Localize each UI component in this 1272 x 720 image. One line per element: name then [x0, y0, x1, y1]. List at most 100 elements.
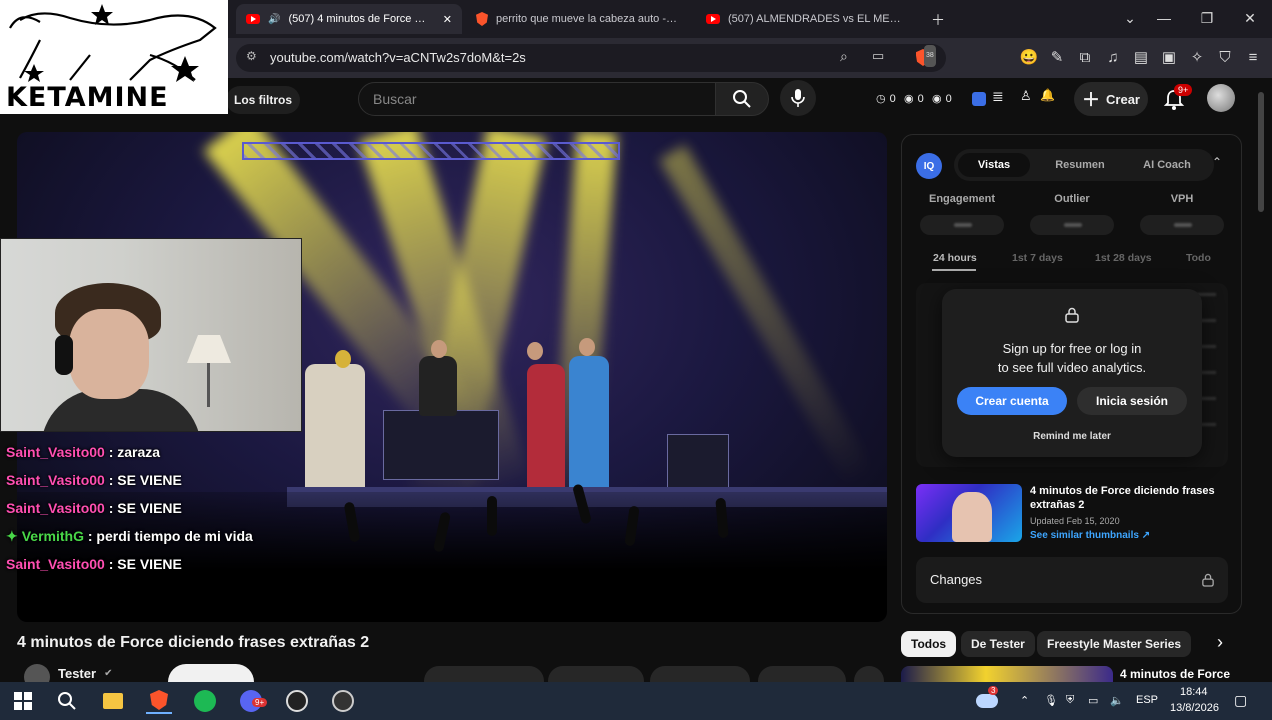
- windows-start-icon[interactable]: [10, 688, 36, 714]
- clock-icon: ◷: [876, 93, 886, 105]
- playlist-icon[interactable]: ≣: [992, 88, 1004, 105]
- stat-value: 0: [889, 92, 896, 105]
- extension-emoji-icon[interactable]: 😀: [1018, 47, 1040, 69]
- tab-resumen[interactable]: Resumen: [1040, 153, 1120, 177]
- weather-cloud-icon[interactable]: 3: [974, 686, 1000, 714]
- tab-almendrades[interactable]: (507) ALMENDRADES vs EL MENOR P: [696, 4, 918, 34]
- performer: [419, 356, 457, 416]
- share-button[interactable]: [548, 666, 644, 682]
- new-tab-button[interactable]: ＋: [928, 10, 948, 30]
- url-field[interactable]: ⚙ youtube.com/watch?v=aCNTw2s7doM&t=2s ⌕…: [236, 44, 946, 72]
- spotify-icon[interactable]: [192, 688, 218, 714]
- discord-icon[interactable]: 9+: [238, 688, 268, 714]
- vpn-tray-icon[interactable]: ⛨: [1066, 694, 1074, 707]
- related-title[interactable]: 4 minutos de Force diciendo frases extra…: [1030, 484, 1230, 512]
- minimize-button[interactable]: —: [1154, 10, 1174, 26]
- stat-views: ◉ 0: [904, 92, 924, 106]
- video-action-bar[interactable]: [424, 666, 884, 682]
- file-explorer-icon[interactable]: [100, 688, 126, 714]
- network-icon[interactable]: ▭: [1088, 694, 1098, 707]
- login-button[interactable]: Inicia sesión: [1077, 387, 1187, 415]
- stat-value: 0: [945, 92, 952, 105]
- extension-translate-icon[interactable]: ✎: [1046, 47, 1068, 69]
- create-button[interactable]: ＋ Crear: [1074, 82, 1148, 116]
- filters-button[interactable]: Los filtros: [226, 86, 301, 114]
- vpn-shield-icon[interactable]: ⛉: [1214, 47, 1236, 69]
- changes-section[interactable]: Changes: [916, 557, 1228, 603]
- metric-outlier-value: [1030, 215, 1114, 235]
- cast-icon[interactable]: ▭: [872, 48, 884, 64]
- stat-watch: ◉ 0: [932, 92, 952, 106]
- close-tab-icon[interactable]: ✕: [443, 13, 452, 26]
- channel-name[interactable]: Tester: [58, 666, 96, 681]
- tab-vistas[interactable]: Vistas: [958, 153, 1030, 177]
- sparkle-icon: ✦: [6, 527, 18, 544]
- tab-title: (507) ALMENDRADES vs EL MENOR P: [728, 13, 908, 25]
- search-icon: [733, 90, 751, 108]
- clock-time[interactable]: 18:44: [1180, 686, 1208, 698]
- menu-icon[interactable]: ≡: [1242, 47, 1264, 69]
- obs-icon[interactable]: [284, 688, 310, 714]
- search-input[interactable]: Buscar: [358, 82, 716, 116]
- tray-chevron-icon[interactable]: ⌃: [1020, 694, 1029, 707]
- youtube-icon: [706, 14, 720, 24]
- download-button[interactable]: [650, 666, 750, 682]
- period-28-days[interactable]: 1st 28 days: [1095, 252, 1152, 264]
- collapse-chevron-icon[interactable]: ⌃: [1212, 155, 1222, 169]
- language-indicator[interactable]: ESP: [1136, 694, 1158, 706]
- restore-button[interactable]: ❐: [1197, 10, 1217, 27]
- create-account-button[interactable]: Crear cuenta: [957, 387, 1067, 415]
- tab-ai-coach[interactable]: AI Coach: [1126, 153, 1208, 177]
- channel-avatar[interactable]: [24, 664, 50, 682]
- streamer-face: [69, 309, 149, 399]
- volume-icon[interactable]: 🔈: [1110, 694, 1124, 707]
- next-recommendation-title[interactable]: 4 minutos de Force: [1120, 667, 1230, 681]
- crowd-hand: [487, 496, 497, 536]
- brave-shields-icon[interactable]: 38: [912, 45, 936, 69]
- chip-freestyle-master-series[interactable]: Freestyle Master Series: [1037, 631, 1192, 657]
- person-icon[interactable]: ♙: [1020, 88, 1032, 104]
- related-thumbnail[interactable]: [916, 484, 1022, 542]
- logo-text: KETAMINE: [6, 82, 169, 113]
- page-scrollbar[interactable]: [1258, 92, 1264, 212]
- clock-date[interactable]: 13/8/2026: [1170, 702, 1219, 714]
- chips-next-chevron-icon[interactable]: ›: [1208, 632, 1232, 656]
- extensions-puzzle-icon[interactable]: ⧉: [1074, 47, 1096, 69]
- next-recommendation-thumbnail[interactable]: [901, 666, 1113, 682]
- alert-bell-icon[interactable]: 🔔: [1040, 88, 1055, 102]
- search-button[interactable]: [715, 82, 769, 116]
- subscribe-button[interactable]: [168, 664, 254, 682]
- zoom-icon[interactable]: ⌕: [840, 48, 848, 65]
- period-todo[interactable]: Todo: [1186, 252, 1211, 264]
- voice-search-button[interactable]: [780, 80, 816, 116]
- chip-todos[interactable]: Todos: [901, 631, 957, 657]
- tab-active[interactable]: 🔊 (507) 4 minutos de Force diciendo fras…: [236, 4, 462, 34]
- extension-vidiq-icon[interactable]: [972, 92, 986, 106]
- leo-ai-icon[interactable]: ✧: [1186, 47, 1208, 69]
- like-button[interactable]: [424, 666, 544, 682]
- webcam-overlay: [0, 238, 302, 432]
- sidebar-icon[interactable]: ▤: [1130, 47, 1152, 69]
- performer-head: [335, 350, 351, 368]
- avatar[interactable]: [1207, 84, 1235, 112]
- media-icon[interactable]: ♫: [1102, 47, 1124, 69]
- site-settings-icon[interactable]: ⚙: [246, 49, 257, 63]
- speaker-icon[interactable]: 🔊: [268, 14, 280, 25]
- see-similar-thumbnails-link[interactable]: See similar thumbnails ↗: [1030, 530, 1150, 541]
- crowd-hand: [624, 505, 640, 547]
- save-button[interactable]: [758, 666, 846, 682]
- tab-brave-search[interactable]: perrito que mueve la cabeza auto - Brave…: [466, 4, 692, 34]
- more-button[interactable]: [854, 666, 884, 682]
- close-window-button[interactable]: ✕: [1240, 10, 1260, 27]
- brave-browser-icon[interactable]: [146, 688, 172, 714]
- notifications-center-icon[interactable]: ▢: [1234, 692, 1247, 709]
- taskbar-search-icon[interactable]: [54, 688, 80, 714]
- remind-later-link[interactable]: Remind me later: [942, 431, 1202, 442]
- period-24-hours[interactable]: 24 hours: [933, 252, 977, 264]
- period-7-days[interactable]: 1st 7 days: [1012, 252, 1063, 264]
- microphone-tray-icon[interactable]: 🎙: [1044, 694, 1058, 707]
- wallet-icon[interactable]: ▣: [1158, 47, 1180, 69]
- tab-list-chevron-icon[interactable]: ⌄: [1120, 10, 1140, 27]
- recorder-icon[interactable]: [330, 688, 356, 714]
- chip-de-tester[interactable]: De Tester: [961, 631, 1035, 657]
